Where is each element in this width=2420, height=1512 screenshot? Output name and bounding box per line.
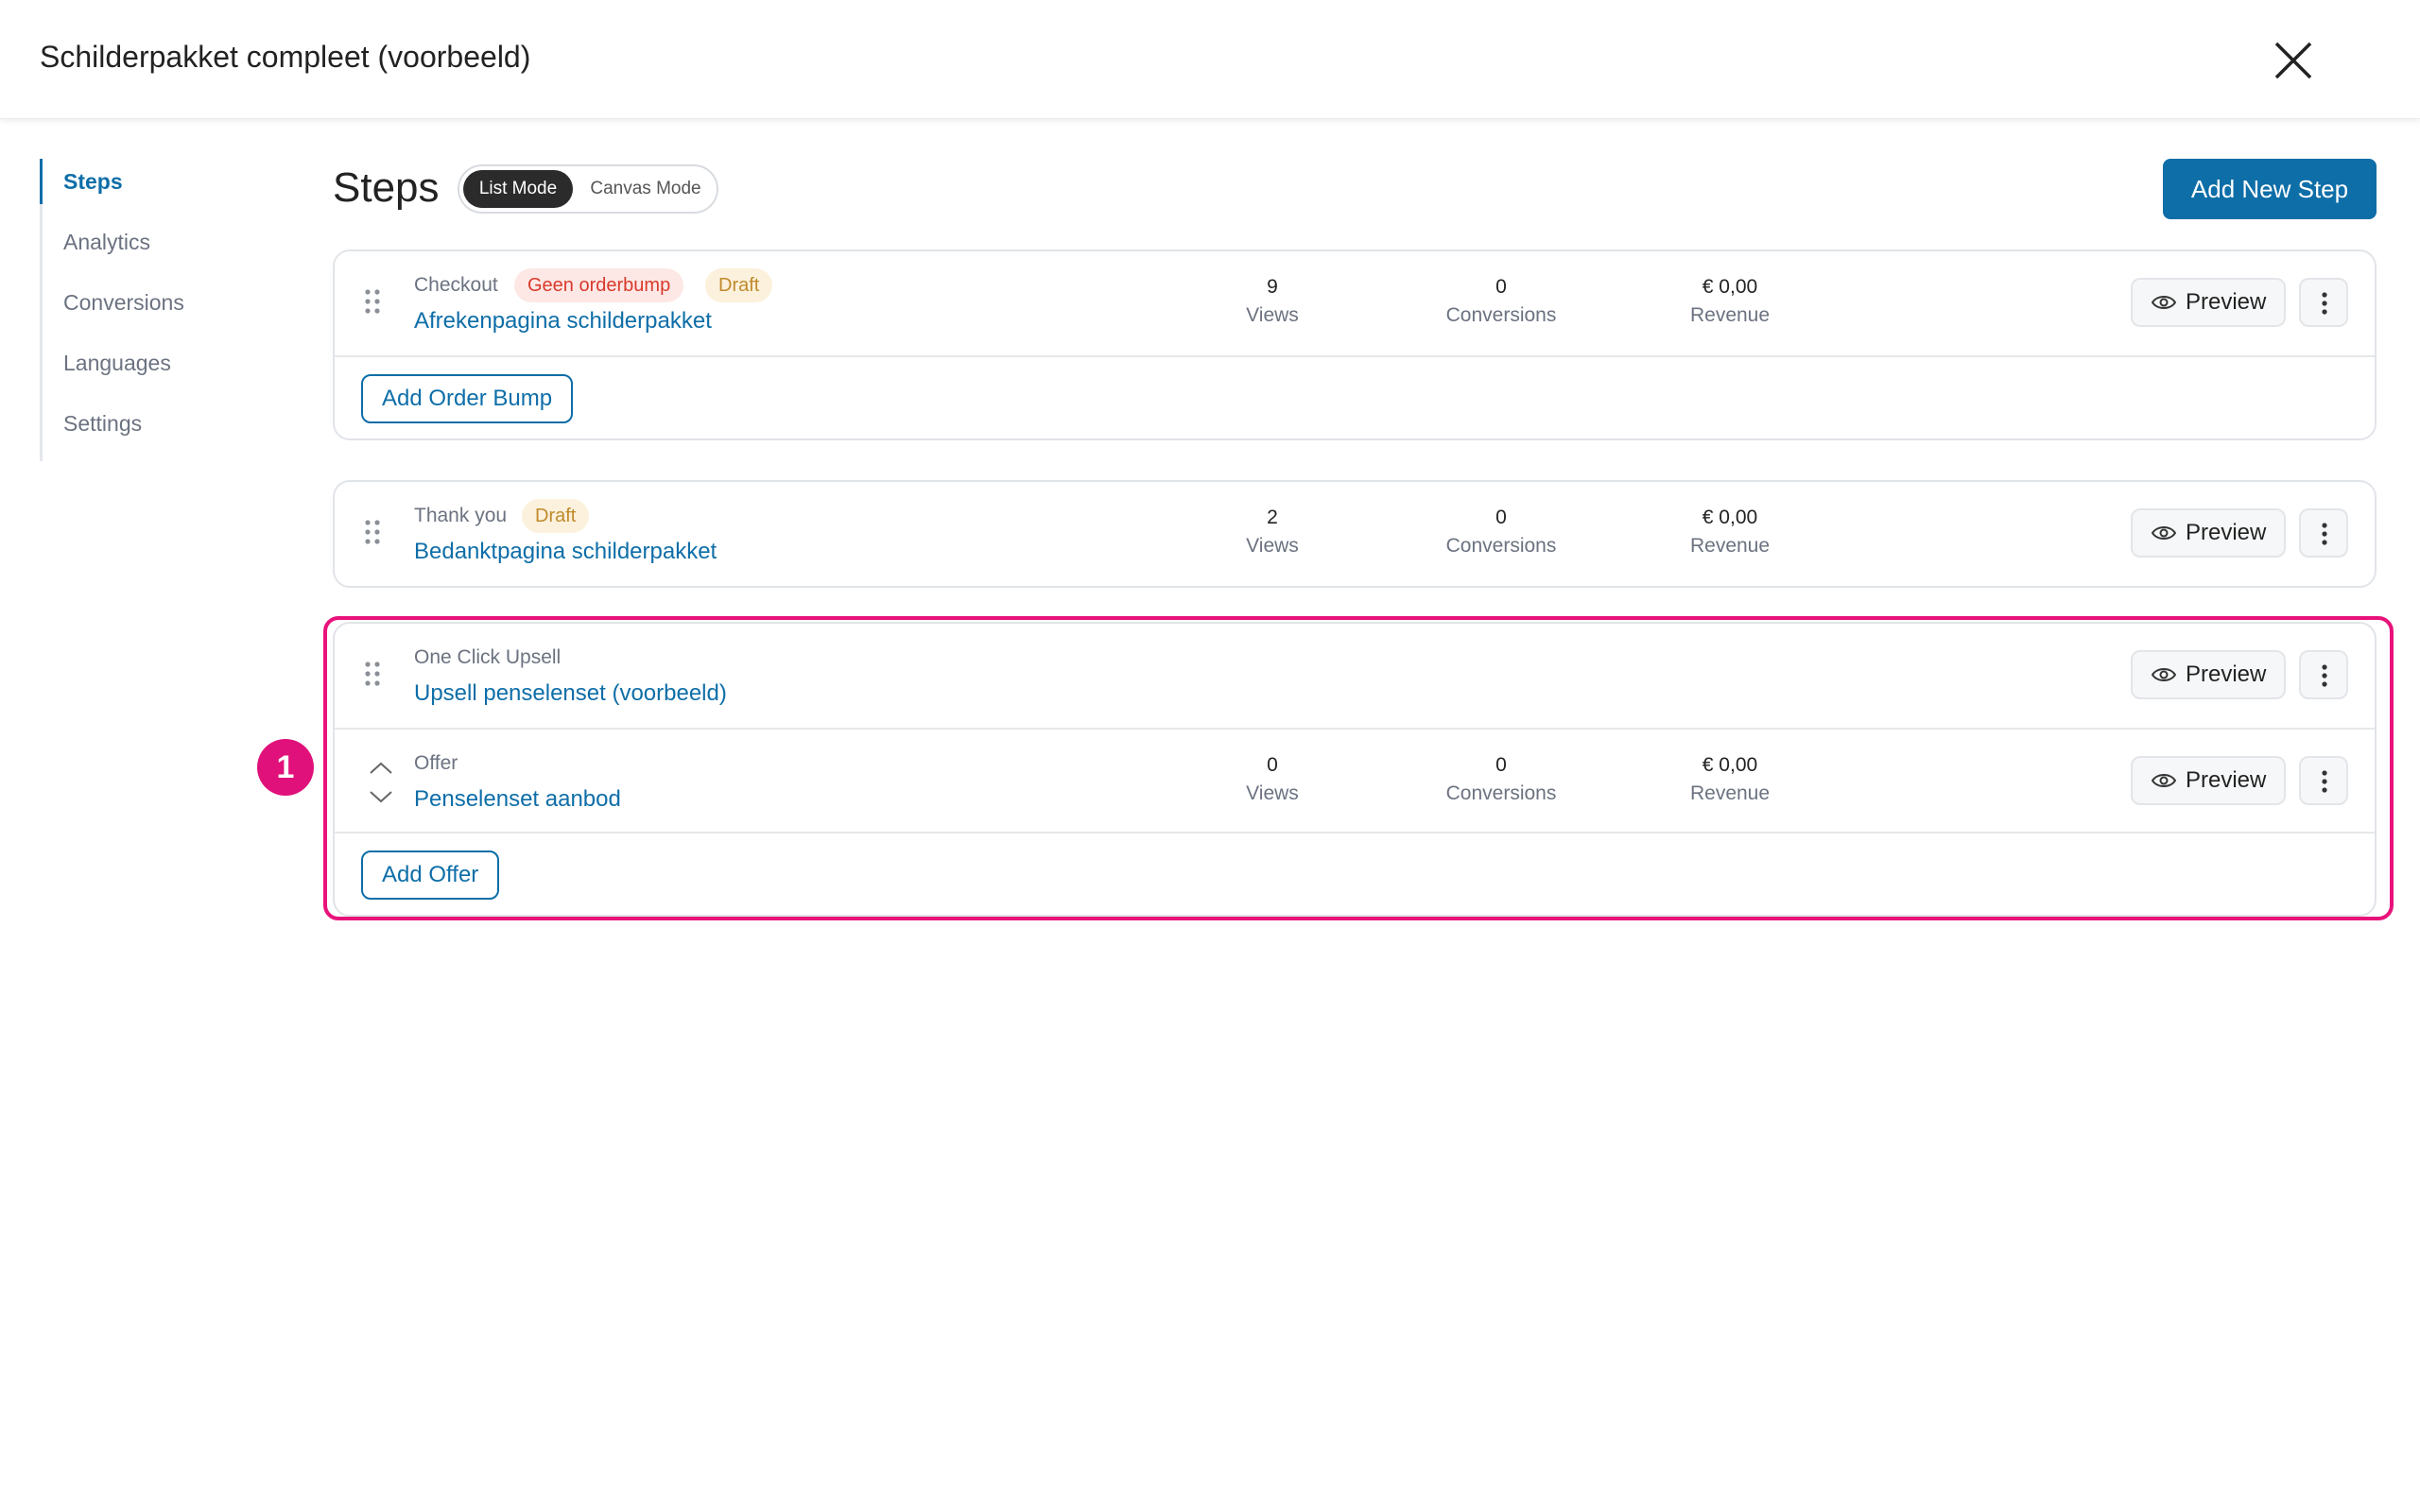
more-vertical-icon xyxy=(2322,523,2327,545)
drag-handle-icon[interactable] xyxy=(363,518,382,546)
preview-label: Preview xyxy=(2186,289,2267,315)
views-label: Views xyxy=(1246,304,1299,326)
sidebar-item-settings[interactable]: Settings xyxy=(43,401,248,461)
revenue-metric: € 0,00 Revenue xyxy=(1635,276,1824,327)
section-title: Steps xyxy=(333,164,440,211)
revenue-metric: € 0,00 Revenue xyxy=(1635,507,1824,558)
step-type-label: Thank you xyxy=(414,505,508,526)
step-name-link[interactable]: Afrekenpagina schilderpakket xyxy=(414,308,712,335)
eye-icon xyxy=(2152,526,2176,540)
conversions-value: 0 xyxy=(1495,276,1507,298)
revenue-value: € 0,00 xyxy=(1702,507,1758,528)
top-bar: Schilderpakket compleet (voorbeeld) xyxy=(0,0,2420,119)
mode-toggle: List Mode Canvas Mode xyxy=(458,164,718,214)
conversions-label: Conversions xyxy=(1445,535,1557,557)
draft-badge: Draft xyxy=(705,268,773,302)
sidebar-item-analytics[interactable]: Analytics xyxy=(43,219,248,280)
step-card-checkout: Checkout Geen orderbump Draft Afrekenpag… xyxy=(333,249,2377,440)
conversions-metric: 0 Conversions xyxy=(1407,276,1596,327)
more-options-button[interactable] xyxy=(2299,508,2348,558)
views-label: Views xyxy=(1246,535,1299,557)
more-options-button[interactable] xyxy=(2299,278,2348,327)
views-metric: 9 Views xyxy=(1178,276,1367,327)
revenue-label: Revenue xyxy=(1689,535,1771,557)
add-new-step-button[interactable]: Add New Step xyxy=(2163,159,2377,219)
draft-badge: Draft xyxy=(522,499,590,533)
more-vertical-icon xyxy=(2322,292,2327,315)
add-order-bump-button[interactable]: Add Order Bump xyxy=(361,374,574,423)
sidebar-item-conversions[interactable]: Conversions xyxy=(43,280,248,340)
eye-icon xyxy=(2152,296,2176,309)
sidebar-item-steps[interactable]: Steps xyxy=(40,159,248,219)
views-value: 2 xyxy=(1267,507,1278,528)
drag-handle-icon[interactable] xyxy=(363,287,382,316)
no-orderbump-badge: Geen orderbump xyxy=(514,268,684,302)
sidebar-nav: Steps Analytics Conversions Languages Se… xyxy=(40,159,248,461)
highlight-frame xyxy=(323,616,2394,920)
views-metric: 2 Views xyxy=(1178,507,1367,558)
preview-button[interactable]: Preview xyxy=(2131,508,2286,558)
preview-button[interactable]: Preview xyxy=(2131,278,2286,327)
page-title: Schilderpakket compleet (voorbeeld) xyxy=(40,40,531,74)
revenue-label: Revenue xyxy=(1689,304,1771,326)
preview-label: Preview xyxy=(2186,520,2267,545)
annotation-marker: 1 xyxy=(257,739,314,796)
step-row: Thank you Draft Bedanktpagina schilderpa… xyxy=(335,482,2375,586)
step-card-thank-you: Thank you Draft Bedanktpagina schilderpa… xyxy=(333,480,2377,588)
views-value: 9 xyxy=(1267,276,1278,298)
step-name-link[interactable]: Bedanktpagina schilderpakket xyxy=(414,539,717,565)
close-icon[interactable] xyxy=(2269,36,2318,85)
conversions-label: Conversions xyxy=(1445,304,1557,326)
step-type-label: Checkout xyxy=(414,274,498,296)
canvas-mode-option[interactable]: Canvas Mode xyxy=(577,170,715,208)
sidebar-item-languages[interactable]: Languages xyxy=(43,340,248,401)
step-row: Checkout Geen orderbump Draft Afrekenpag… xyxy=(335,251,2375,355)
revenue-value: € 0,00 xyxy=(1702,276,1758,298)
list-mode-option[interactable]: List Mode xyxy=(463,170,573,208)
conversions-metric: 0 Conversions xyxy=(1407,507,1596,558)
card-footer: Add Order Bump xyxy=(335,355,2375,438)
conversions-value: 0 xyxy=(1495,507,1507,528)
